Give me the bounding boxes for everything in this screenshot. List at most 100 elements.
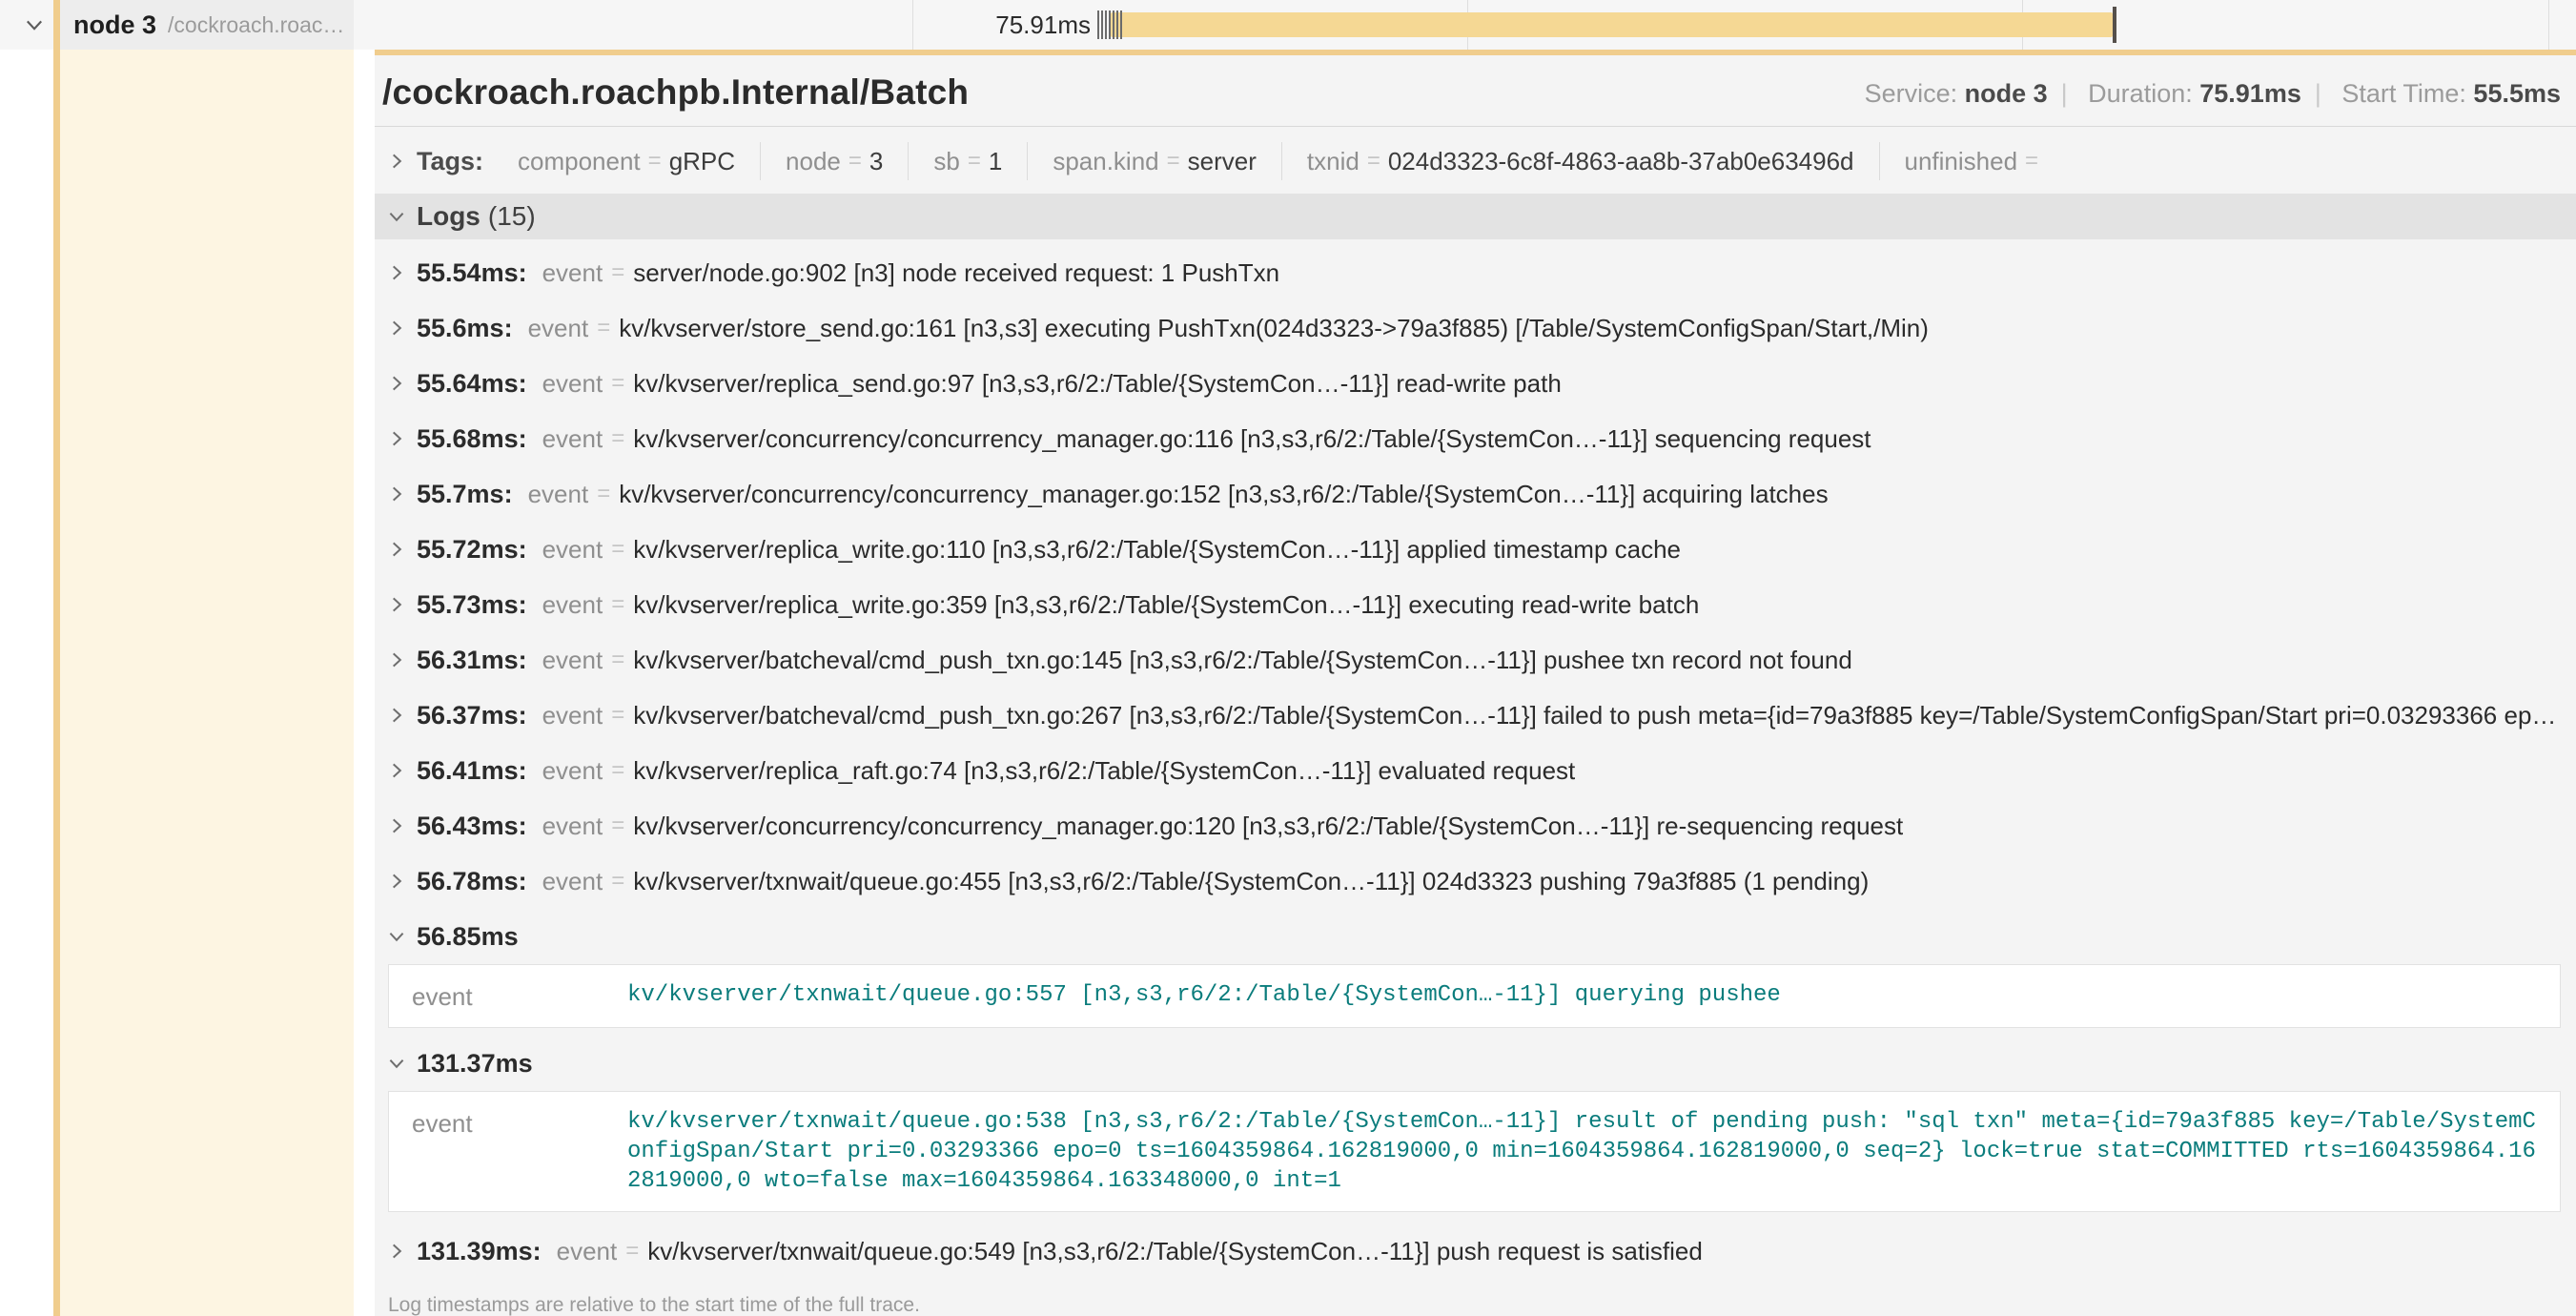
tag-sb: sb=1 bbox=[909, 142, 1028, 180]
log-field-key: event bbox=[542, 535, 603, 565]
log-row[interactable]: 55.73ms:event=kv/kvserver/replica_write.… bbox=[375, 577, 2576, 632]
equals-sign: = bbox=[588, 481, 619, 507]
log-row[interactable]: 56.41ms:event=kv/kvserver/replica_raft.g… bbox=[375, 743, 2576, 798]
log-field-key: event bbox=[542, 812, 603, 841]
chevron-right-icon bbox=[386, 318, 407, 339]
log-timestamp: 55.64ms: bbox=[417, 369, 527, 399]
duration-label: Duration: bbox=[2088, 79, 2193, 108]
chevron-right-icon bbox=[386, 760, 407, 781]
chevron-right-icon bbox=[386, 815, 407, 836]
start-time-label: Start Time: bbox=[2341, 79, 2466, 108]
log-timestamp: 56.43ms: bbox=[417, 812, 527, 841]
log-detail-card: eventkv/kvserver/txnwait/queue.go:538 [n… bbox=[388, 1091, 2561, 1212]
log-timestamp: 56.78ms: bbox=[417, 867, 527, 896]
tag-value: 024d3323-6c8f-4863-aa8b-37ab0e63496d bbox=[1388, 142, 1854, 180]
span-log-markers bbox=[1097, 10, 1122, 39]
log-timestamp: 55.6ms: bbox=[417, 314, 513, 343]
log-row[interactable]: 56.31ms:event=kv/kvserver/batcheval/cmd_… bbox=[375, 632, 2576, 688]
span-service-name: node 3 bbox=[73, 10, 156, 40]
timeline-gridline bbox=[2548, 0, 2549, 50]
tag-value: gRPC bbox=[669, 142, 735, 180]
tag-key: unfinished bbox=[1905, 142, 2018, 180]
tag-value: server bbox=[1188, 142, 1257, 180]
log-message: kv/kvserver/replica_write.go:359 [n3,s3,… bbox=[633, 590, 1699, 620]
tag-key: sb bbox=[933, 142, 959, 180]
log-field-key: event bbox=[412, 1107, 627, 1196]
equals-sign: = bbox=[1360, 142, 1388, 180]
logs-section-header[interactable]: Logs (15) bbox=[375, 194, 2576, 239]
log-row[interactable]: 55.72ms:event=kv/kvserver/replica_write.… bbox=[375, 522, 2576, 577]
tag-value: 1 bbox=[989, 142, 1002, 180]
log-field-key: event bbox=[542, 369, 603, 399]
log-row[interactable]: 55.68ms:event=kv/kvserver/concurrency/co… bbox=[375, 411, 2576, 466]
log-row[interactable]: 131.39ms:event=kv/kvserver/txnwait/queue… bbox=[375, 1223, 2576, 1279]
log-message: kv/kvserver/txnwait/queue.go:549 [n3,s3,… bbox=[647, 1237, 1703, 1266]
log-timestamp: 56.41ms: bbox=[417, 756, 527, 786]
log-message: kv/kvserver/concurrency/concurrency_mana… bbox=[633, 424, 1871, 454]
equals-sign: = bbox=[2017, 142, 2046, 180]
log-timestamp: 131.37ms bbox=[417, 1049, 533, 1079]
chevron-right-icon bbox=[386, 262, 407, 283]
log-timestamp: 56.85ms bbox=[417, 922, 519, 952]
log-field-key: event bbox=[542, 756, 603, 786]
tags-section[interactable]: Tags: component=gRPCnode=3sb=1span.kind=… bbox=[375, 127, 2576, 194]
log-field-key: event bbox=[412, 980, 627, 1012]
chevron-right-icon bbox=[386, 539, 407, 560]
log-message: server/node.go:902 [n3] node received re… bbox=[633, 258, 1279, 288]
log-message: kv/kvserver/concurrency/concurrency_mana… bbox=[619, 480, 1828, 509]
span-duration-bar[interactable] bbox=[1111, 12, 2113, 37]
log-field-key: event bbox=[542, 590, 603, 620]
equals-sign: = bbox=[603, 812, 633, 839]
log-timestamp: 56.37ms: bbox=[417, 701, 527, 730]
span-name-cell[interactable]: node 3 /cockroach.roach… bbox=[53, 0, 354, 50]
log-timestamp: 55.72ms: bbox=[417, 535, 527, 565]
logs-footer-note: Log timestamps are relative to the start… bbox=[375, 1279, 2576, 1316]
detail-row-name-column bbox=[53, 50, 354, 1316]
log-row[interactable]: 55.6ms:event=kv/kvserver/store_send.go:1… bbox=[375, 300, 2576, 356]
log-row[interactable]: 56.43ms:event=kv/kvserver/concurrency/co… bbox=[375, 798, 2576, 853]
log-field-key: event bbox=[528, 480, 589, 509]
meta-separator: | bbox=[2048, 79, 2081, 108]
equals-sign: = bbox=[603, 370, 633, 397]
log-field-key: event bbox=[528, 314, 589, 343]
log-timestamp: 55.54ms: bbox=[417, 258, 527, 288]
meta-separator: | bbox=[2301, 79, 2335, 108]
log-row[interactable]: 56.37ms:event=kv/kvserver/batcheval/cmd_… bbox=[375, 688, 2576, 743]
log-entries-list: 55.54ms:event=server/node.go:902 [n3] no… bbox=[375, 239, 2576, 1279]
log-row[interactable]: 55.64ms:event=kv/kvserver/replica_send.g… bbox=[375, 356, 2576, 411]
equals-sign: = bbox=[603, 702, 633, 729]
logs-count: (15) bbox=[488, 201, 536, 232]
tag-txnid: txnid=024d3323-6c8f-4863-aa8b-37ab0e6349… bbox=[1282, 142, 1880, 180]
collapse-span-chevron-down-icon[interactable] bbox=[23, 13, 46, 36]
log-row[interactable]: 55.54ms:event=server/node.go:902 [n3] no… bbox=[375, 245, 2576, 300]
chevron-down-icon bbox=[386, 926, 407, 947]
log-row-expanded-header[interactable]: 56.85ms bbox=[375, 913, 2576, 960]
span-end-marker bbox=[2113, 7, 2116, 43]
span-title: /cockroach.roachpb.Internal/Batch bbox=[382, 72, 969, 113]
log-row[interactable]: 55.7ms:event=kv/kvserver/concurrency/con… bbox=[375, 466, 2576, 522]
equals-sign: = bbox=[603, 536, 633, 563]
chevron-right-icon bbox=[386, 483, 407, 504]
log-detail-card: eventkv/kvserver/txnwait/queue.go:557 [n… bbox=[388, 964, 2561, 1028]
log-field-key: event bbox=[542, 646, 603, 675]
service-label: Service: bbox=[1865, 79, 1958, 108]
chevron-right-icon bbox=[386, 705, 407, 726]
log-message: kv/kvserver/txnwait/queue.go:455 [n3,s3,… bbox=[633, 867, 1869, 896]
log-field-key: event bbox=[542, 424, 603, 454]
log-field-key: event bbox=[542, 867, 603, 896]
log-field-key: event bbox=[542, 701, 603, 730]
equals-sign: = bbox=[960, 142, 989, 180]
tag-node: node=3 bbox=[761, 142, 909, 180]
log-message: kv/kvserver/replica_raft.go:74 [n3,s3,r6… bbox=[633, 756, 1575, 786]
chevron-right-icon bbox=[386, 1241, 407, 1262]
equals-sign: = bbox=[603, 868, 633, 894]
span-detail-panel: /cockroach.roachpb.Internal/Batch Servic… bbox=[375, 50, 2576, 1316]
log-row[interactable]: 56.78ms: event=kv/kvserver/txnwait/queue.… bbox=[375, 853, 2576, 909]
equals-sign: = bbox=[641, 142, 669, 180]
tag-value: 3 bbox=[869, 142, 883, 180]
log-row-expanded-header[interactable]: 131.37ms bbox=[375, 1039, 2576, 1087]
tags-label: Tags: bbox=[417, 147, 483, 176]
log-message: kv/kvserver/store_send.go:161 [n3,s3] ex… bbox=[619, 314, 1929, 343]
chevron-right-icon bbox=[386, 428, 407, 449]
log-timestamp: 131.39ms: bbox=[417, 1237, 542, 1266]
